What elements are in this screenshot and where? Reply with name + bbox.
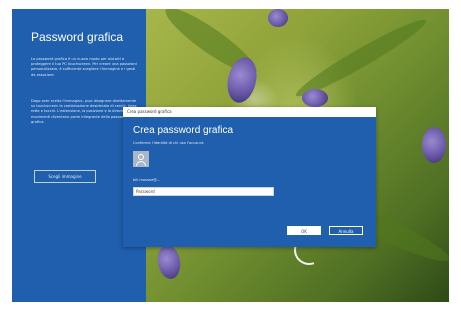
ok-button[interactable]: OK <box>287 226 321 235</box>
dialog-subtitle: Conferma l'identità di chi usa l'account… <box>133 141 205 145</box>
dialog-heading: Crea password grafica <box>133 125 234 136</box>
flower-shape <box>155 243 183 281</box>
create-picture-password-dialog: Crea password grafica Crea password graf… <box>123 107 376 247</box>
password-input[interactable]: Password <box>133 187 274 196</box>
choose-image-button[interactable]: Scegli immagine <box>34 170 96 183</box>
flower-shape <box>268 9 288 27</box>
panel-title: Password grafica <box>31 30 124 44</box>
account-name-label: bill.mossee@... <box>133 178 161 182</box>
user-avatar-icon <box>133 151 149 167</box>
avatar-body <box>136 161 146 166</box>
dialog-titlebar: Crea password grafica <box>123 107 376 117</box>
flower-shape <box>422 127 446 163</box>
cancel-button[interactable]: Annulla <box>329 226 363 235</box>
flower-shape <box>302 89 328 107</box>
app-window: Password grafica La password grafica è u… <box>12 9 449 302</box>
instructions-paragraph-1: La password grafica è un nuovo modo per … <box>31 57 137 77</box>
avatar-head <box>138 154 144 160</box>
